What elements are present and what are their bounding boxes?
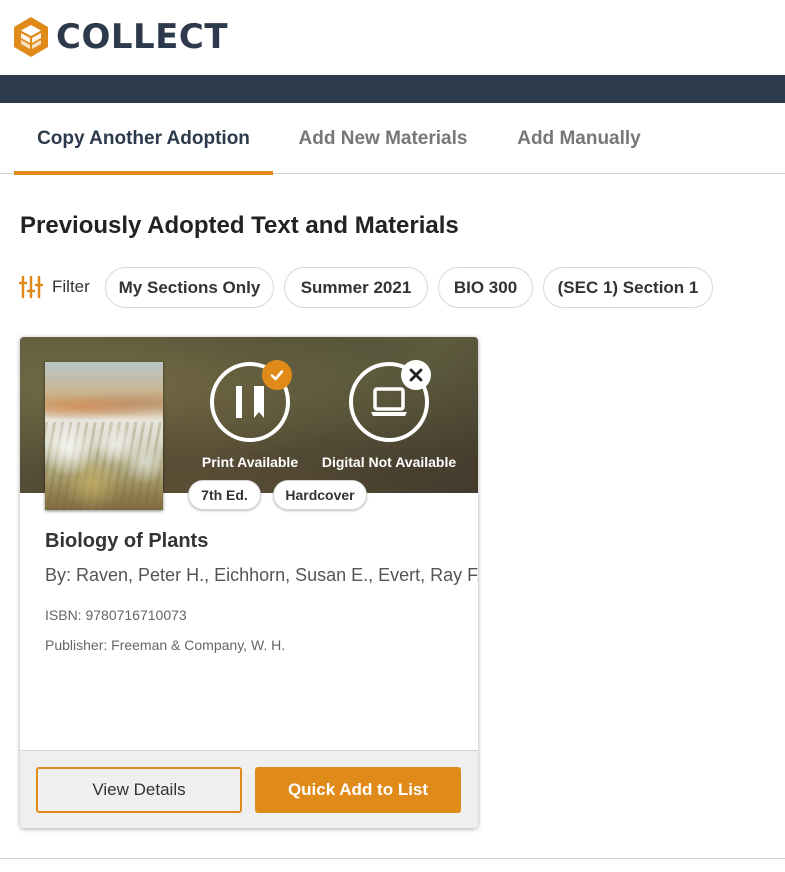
bottom-divider [0,858,785,859]
material-card: Print Available Digital Not Available 7t… [20,337,478,828]
close-badge [401,360,431,390]
filter-button[interactable]: Filter [19,275,90,299]
quick-add-to-list-button[interactable]: Quick Add to List [255,767,461,813]
book-authors: By: Raven, Peter H., Eichhorn, Susan E.,… [45,565,478,585]
check-badge [262,360,292,390]
check-icon [270,370,284,381]
tab-bar: Copy Another Adoption Add New Materials … [0,103,785,175]
digital-availability-label: Digital Not Available [321,454,457,470]
book-isbn: ISBN: 9780716710073 [45,607,187,623]
book-title: Biology of Plants [45,530,209,552]
print-availability-label: Print Available [201,454,299,470]
collect-logo[interactable]: COLLECT [12,16,228,58]
app-header: COLLECT [0,0,785,75]
book-publisher: Publisher: Freeman & Company, W. H. [45,637,286,653]
section-title: Previously Adopted Text and Materials [20,212,459,239]
edition-badge: 7th Ed. [188,480,261,510]
book-icon [236,386,264,418]
sliders-icon [19,275,43,299]
tab-add-new-materials[interactable]: Add New Materials [283,103,483,174]
nav-bar [0,75,785,103]
tab-add-manually[interactable]: Add Manually [497,103,661,174]
digital-availability-circle [349,360,431,442]
print-availability-circle [210,360,292,442]
filter-chip-term[interactable]: Summer 2021 [284,267,428,308]
logo-text: COLLECT [56,17,229,57]
cube-hexagon-logo-icon [14,17,48,57]
digital-availability: Digital Not Available [319,360,459,470]
card-footer: View Details Quick Add to List [20,750,478,828]
view-details-button[interactable]: View Details [36,767,242,813]
filter-chip-my-sections[interactable]: My Sections Only [105,267,274,308]
filter-label: Filter [52,277,90,296]
format-badge: Hardcover [273,480,367,510]
filter-chip-section[interactable]: (SEC 1) Section 1 [543,267,713,308]
book-cover-image[interactable] [45,362,163,510]
close-icon [409,368,423,382]
filter-chip-course[interactable]: BIO 300 [438,267,533,308]
print-availability: Print Available [180,360,320,470]
tab-copy-another-adoption[interactable]: Copy Another Adoption [14,103,273,175]
laptop-icon [371,387,407,416]
